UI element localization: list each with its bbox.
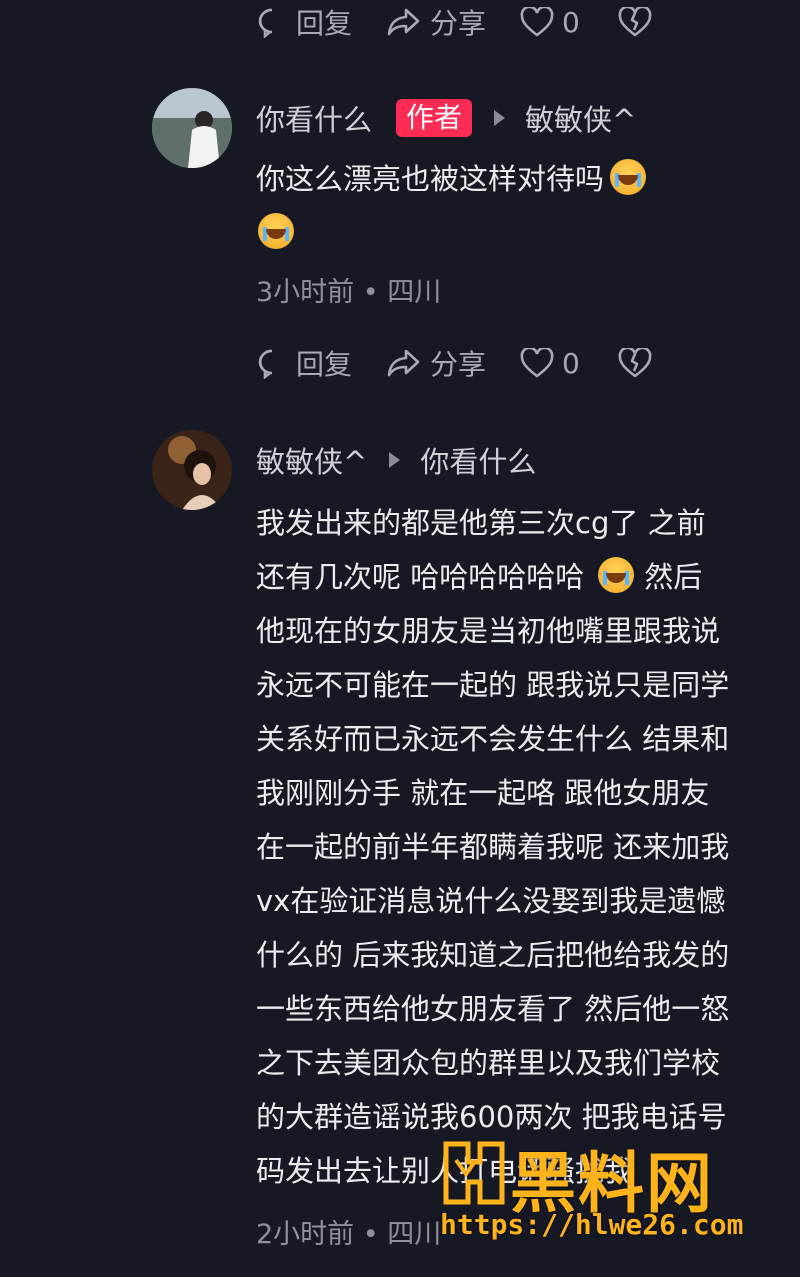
like-button[interactable]: 0 <box>520 6 580 39</box>
reply-label: 回复 <box>296 7 353 40</box>
reply-icon <box>258 349 273 379</box>
share-label: 分享 <box>430 348 487 381</box>
like-count: 0 <box>562 5 580 39</box>
avatar[interactable] <box>152 88 232 168</box>
comment-actions: 回复 分享 0 <box>256 341 694 385</box>
reply-to-username[interactable]: 敏敏侠^ <box>525 97 636 139</box>
reply-button[interactable]: 回复 <box>256 2 352 42</box>
comment-meta: 3小时前 • 四川 <box>256 277 442 308</box>
reply-to-username[interactable]: 你看什么 <box>420 439 536 481</box>
heart-icon <box>520 7 554 37</box>
comment-header: 你看什么 作者 敏敏侠^ <box>256 96 636 140</box>
laughing-crying-emoji-icon <box>598 557 635 593</box>
like-count: 0 <box>562 346 580 380</box>
comment-text: 你这么漂亮也被这样对待吗 <box>256 152 786 260</box>
dislike-button[interactable] <box>618 7 660 37</box>
broken-heart-icon <box>618 348 652 378</box>
username[interactable]: 你看什么 <box>256 97 372 139</box>
reply-arrow-icon <box>389 452 401 468</box>
heart-icon <box>520 348 554 378</box>
crying-emoji-icon <box>258 213 294 249</box>
username[interactable]: 敏敏侠^ <box>256 439 367 481</box>
reply-icon <box>258 8 273 38</box>
comment-text: 我发出来的都是他第三次cg了 之前 还有几次呢 哈哈哈哈哈哈 然后 他现在的女朋友… <box>256 506 730 1188</box>
share-button[interactable]: 分享 <box>386 343 486 383</box>
comment-header: 敏敏侠^ 你看什么 <box>256 438 536 482</box>
share-button[interactable]: 分享 <box>386 2 486 42</box>
broken-heart-icon <box>618 7 652 37</box>
reply-label: 回复 <box>296 348 353 381</box>
comment-actions-top: 回复 分享 0 <box>256 0 694 44</box>
author-badge: 作者 <box>396 99 473 137</box>
share-label: 分享 <box>430 7 487 40</box>
watermark-url: https://hlwe26.com <box>440 1208 744 1241</box>
share-icon <box>387 349 420 377</box>
comment-meta: 2小时前 • 四川 <box>256 1219 442 1250</box>
dislike-button[interactable] <box>618 348 660 378</box>
like-button[interactable]: 0 <box>520 347 580 380</box>
watermark-logo-icon <box>443 1141 505 1205</box>
reply-arrow-icon <box>494 110 506 126</box>
share-icon <box>387 8 420 36</box>
avatar[interactable] <box>152 430 232 510</box>
crying-emoji-icon <box>610 159 647 195</box>
reply-button[interactable]: 回复 <box>256 343 352 383</box>
